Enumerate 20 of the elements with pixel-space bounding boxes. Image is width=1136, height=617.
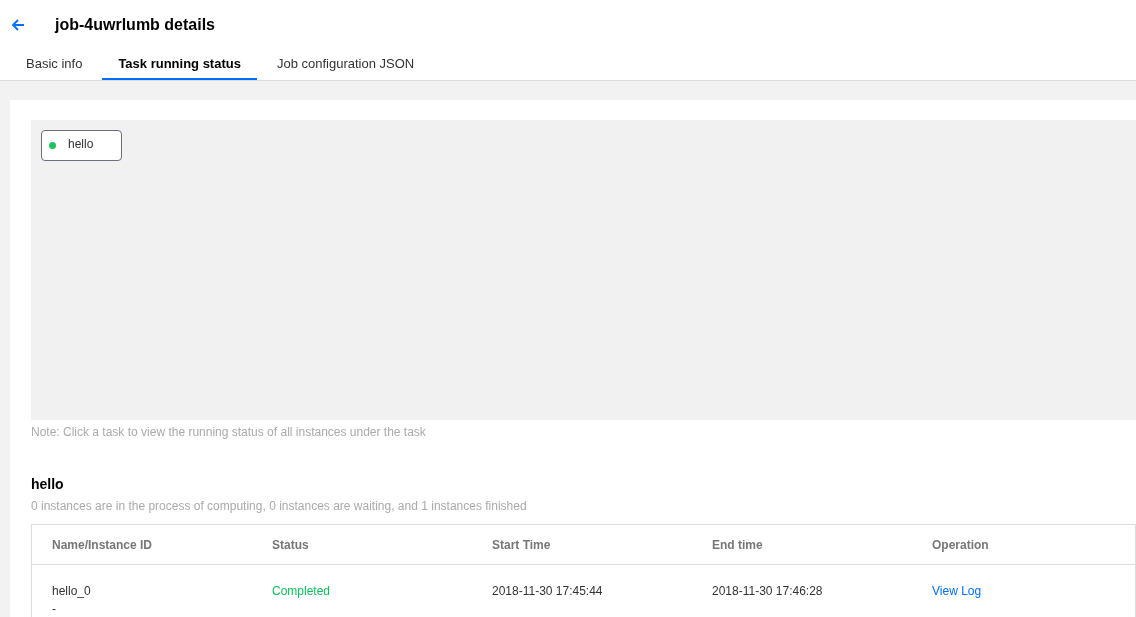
- column-header: Operation: [932, 536, 990, 554]
- column-header: End time: [712, 536, 764, 554]
- instance-name: hello_0: [52, 583, 92, 600]
- view-log-link[interactable]: View Log: [932, 584, 982, 598]
- instance-id: -: [52, 601, 57, 617]
- tab[interactable]: Job configuration JSON: [260, 50, 431, 80]
- note-text: Note: Click a task to view the running status of all instances under the task: [31, 424, 427, 441]
- task-title: hello: [31, 475, 65, 494]
- column-header: Status: [272, 536, 310, 554]
- task-node[interactable]: hello: [41, 130, 122, 161]
- page-title: job-4uwrlumb details: [55, 15, 215, 35]
- column-header: Name/Instance ID: [52, 536, 154, 554]
- table-cell: 2018-11-30 17:46:28: [712, 584, 823, 598]
- instance-summary: 0 instances are in the process of computing, 0 instances are waiting, and 1 instances finished: [31, 498, 528, 515]
- tab[interactable]: Basic info: [10, 50, 99, 80]
- column-header: Start Time: [492, 536, 552, 554]
- table-cell: 2018-11-30 17:45:44: [492, 584, 603, 598]
- status-text: Completed: [272, 584, 331, 598]
- back-arrow-icon[interactable]: [10, 17, 26, 33]
- task-label: hello: [68, 136, 94, 153]
